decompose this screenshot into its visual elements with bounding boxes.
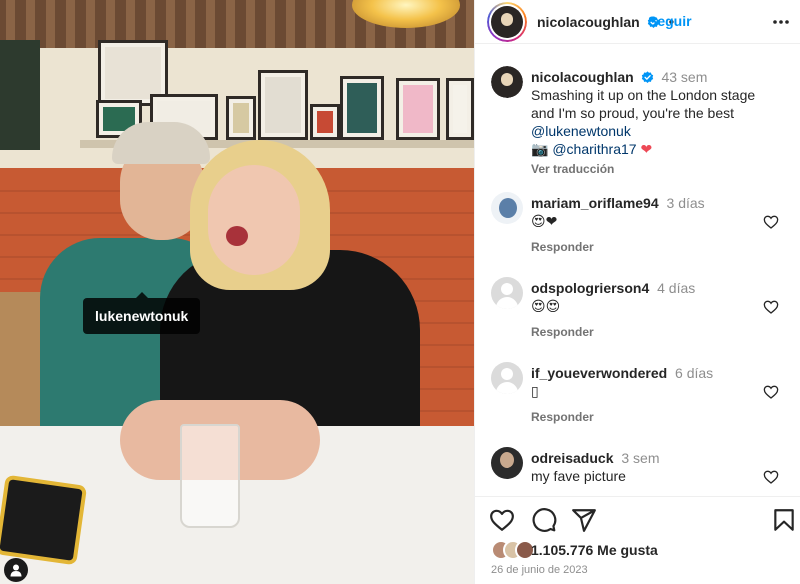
- comment-text: 😍❤: [531, 214, 558, 230]
- share-icon[interactable]: [571, 507, 597, 533]
- ceiling-slat: [206, 0, 215, 48]
- comment-username[interactable]: mariam_oriflame94: [531, 195, 659, 211]
- caption-username[interactable]: nicolacoughlan: [531, 69, 634, 85]
- post-header: nicolacoughlan • Seguir: [475, 0, 800, 44]
- photo-window: [0, 40, 40, 150]
- photo-mouth: [226, 226, 248, 246]
- reply-button[interactable]: Responder: [531, 410, 594, 424]
- verified-badge-icon: [641, 71, 653, 83]
- photo-cap: [112, 122, 210, 164]
- comment-avatar[interactable]: [491, 447, 523, 479]
- comment-item: odspologrierson4 4 días 😍😍 Responder: [475, 277, 800, 347]
- comment-text-block: if_youeverwondered 6 días ▯: [531, 364, 761, 401]
- caption-credit[interactable]: @charithra17: [552, 141, 636, 157]
- comment-like-heart-icon[interactable]: [763, 384, 779, 400]
- comment-avatar[interactable]: [491, 192, 523, 224]
- comment-like-heart-icon[interactable]: [763, 469, 779, 485]
- ceiling-slat: [66, 0, 75, 48]
- comment-username[interactable]: if_youeverwondered: [531, 365, 667, 381]
- comment-item: odreisaduck 3 sem my fave picture: [475, 447, 800, 492]
- heart-emoji: ❤: [640, 142, 653, 158]
- comment-time[interactable]: 4 días: [657, 280, 695, 296]
- photo-woman-face: [208, 165, 300, 275]
- comment-time[interactable]: 3 días: [667, 195, 705, 211]
- author-avatar[interactable]: [487, 2, 527, 42]
- comment-text: ▯: [531, 384, 539, 400]
- comment-username[interactable]: odreisaduck: [531, 450, 613, 466]
- author-username[interactable]: nicolacoughlan: [537, 14, 640, 30]
- photo-glass: [180, 424, 240, 528]
- ceiling-slat: [246, 0, 255, 48]
- bookmark-icon[interactable]: [771, 507, 797, 533]
- caption-mention[interactable]: @lukenewtonuk: [531, 123, 631, 139]
- ceiling-slat: [326, 0, 335, 48]
- ceiling-slat: [266, 0, 275, 48]
- ceiling-slat: [466, 0, 474, 48]
- comment-text: my fave picture: [531, 468, 626, 484]
- caption-time[interactable]: 43 sem: [661, 69, 707, 85]
- camera-emoji: 📷: [531, 142, 549, 158]
- caption-text: Smashing it up on the London stage and I…: [531, 87, 756, 121]
- comment-like-heart-icon[interactable]: [763, 214, 779, 230]
- ceiling-slat: [226, 0, 235, 48]
- ceiling-slat: [86, 0, 95, 48]
- action-bar: [475, 496, 800, 540]
- ceiling-slat: [186, 0, 195, 48]
- photo-frame: [226, 96, 256, 140]
- comment-avatar[interactable]: [491, 362, 523, 394]
- see-translation-link[interactable]: Ver traducción: [531, 162, 614, 176]
- follow-button[interactable]: Seguir: [648, 13, 692, 29]
- comment-time[interactable]: 6 días: [675, 365, 713, 381]
- reply-button[interactable]: Responder: [531, 325, 594, 339]
- comment-item: if_youeverwondered 6 días ▯ Responder: [475, 362, 800, 432]
- heart-icon[interactable]: [489, 507, 515, 533]
- caption-avatar[interactable]: [491, 66, 523, 98]
- comment-text-block: odspologrierson4 4 días 😍😍: [531, 279, 761, 316]
- post-date[interactable]: 26 de junio de 2023: [491, 564, 588, 576]
- user-tag-label[interactable]: lukenewtonuk: [83, 292, 201, 334]
- photo-frame: [446, 78, 474, 140]
- ceiling-slat: [46, 0, 55, 48]
- comment-text: 😍😍: [531, 299, 561, 315]
- ceiling-slat: [306, 0, 315, 48]
- caption-text-block: nicolacoughlan 43 sem Smashing it up on …: [531, 68, 761, 178]
- comments-list[interactable]: nicolacoughlan 43 sem Smashing it up on …: [475, 44, 800, 492]
- ceiling-slat: [286, 0, 295, 48]
- post-side-panel: nicolacoughlan • Seguir nicolacoughlan 4…: [474, 0, 800, 584]
- photo-frame: [258, 70, 308, 140]
- reply-button[interactable]: Responder: [531, 240, 594, 254]
- comment-time[interactable]: 3 sem: [621, 450, 659, 466]
- comment-text-block: mariam_oriflame94 3 días 😍❤: [531, 194, 761, 231]
- post-photo[interactable]: lukenewtonuk: [0, 0, 474, 584]
- comment-username[interactable]: odspologrierson4: [531, 280, 649, 296]
- more-options-icon[interactable]: [771, 12, 791, 32]
- photo-frame: [340, 76, 384, 140]
- user-tag-icon: [10, 564, 22, 577]
- photo-frame: [310, 104, 340, 140]
- photo-phone: [0, 474, 88, 566]
- comment-icon[interactable]: [531, 507, 557, 533]
- comment-item: mariam_oriflame94 3 días 😍❤ Responder: [475, 192, 800, 262]
- comment-like-heart-icon[interactable]: [763, 299, 779, 315]
- user-tag-button[interactable]: [4, 558, 28, 582]
- comment-avatar[interactable]: [491, 277, 523, 309]
- likes-count[interactable]: 1.105.776 Me gusta: [531, 542, 658, 558]
- photo-frame: [396, 78, 440, 140]
- comment-text-block: odreisaduck 3 sem my fave picture: [531, 449, 761, 485]
